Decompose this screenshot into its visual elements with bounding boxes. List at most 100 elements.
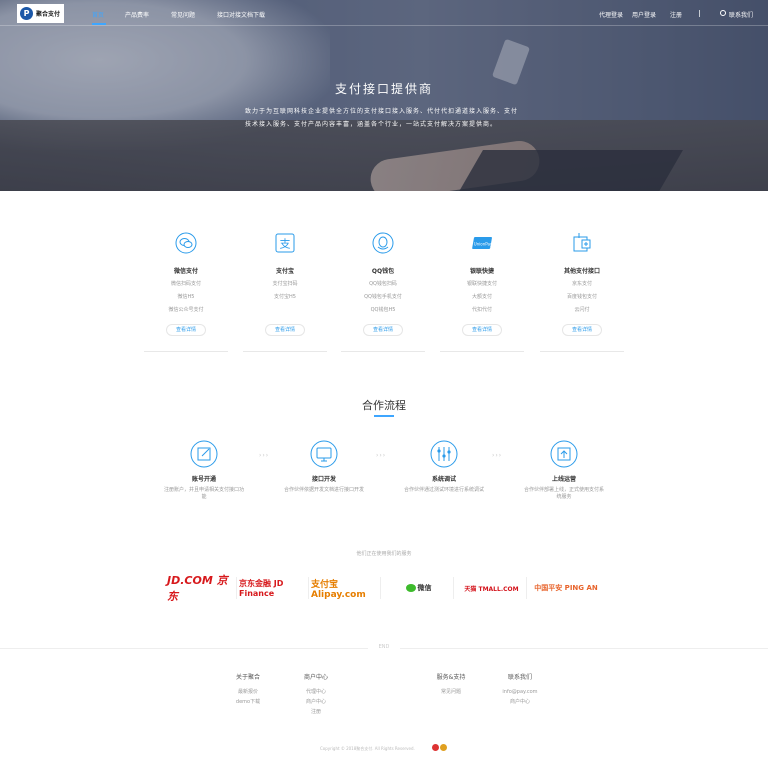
view-details-button-alipay[interactable]: 查看详情 bbox=[265, 324, 305, 336]
end-label: END bbox=[378, 644, 390, 650]
footer-link[interactable]: 商户中心 bbox=[286, 697, 346, 707]
wechat-icon bbox=[175, 232, 197, 254]
partner-logo-alipay: 支付宝 Alipay.com bbox=[311, 577, 381, 600]
footer-column-merchant: 商户中心 代理中心 商户中心 注册 bbox=[286, 672, 346, 717]
page: P 聚合支付 首页 产品费率 常见问题 接口对接文档下载 代理登录 用户登录 注… bbox=[0, 0, 768, 757]
service-feature: QQ钱包手机支付 bbox=[364, 294, 402, 300]
step-description: 注册账户，并且申请相关支付接口功能 bbox=[164, 487, 245, 500]
card-divider bbox=[440, 351, 524, 352]
service-feature: 云闪付 bbox=[574, 307, 590, 313]
wechat-logo-icon bbox=[405, 584, 416, 592]
view-details-button-qq[interactable]: 查看详情 bbox=[363, 324, 403, 336]
service-feature: 支付宝扫码 bbox=[272, 281, 298, 287]
view-details-button-unionpay[interactable]: 查看详情 bbox=[462, 324, 502, 336]
step-label: 接口开发 bbox=[311, 476, 336, 483]
service-feature: 京东支付 bbox=[571, 281, 592, 287]
service-card-alipay: 支 支付宝 支付宝扫码 支付宝H5 查看详情 bbox=[243, 232, 327, 354]
partners-caption: 他们正在使用我们的服务 bbox=[356, 551, 412, 557]
other-payment-icon bbox=[573, 233, 591, 252]
step-arrow: ››› bbox=[492, 452, 503, 459]
partner-logo-pingan: 中国平安 PING AN bbox=[534, 583, 598, 592]
card-divider bbox=[341, 351, 425, 352]
logo-text: 聚合支付 bbox=[36, 11, 61, 18]
service-feature: 百度钱包支付 bbox=[566, 294, 597, 300]
register-link[interactable]: 注册 bbox=[670, 10, 682, 19]
svg-text:支: 支 bbox=[280, 238, 291, 251]
service-name: 支付宝 bbox=[275, 268, 294, 275]
service-card-wechat: 微信支付 微信扫码支付 微信H5 微信公众号支付 查看详情 bbox=[144, 232, 228, 354]
alipay-icon: 支 bbox=[275, 233, 295, 253]
service-feature: 微信扫码支付 bbox=[170, 281, 201, 287]
step-label: 系统调试 bbox=[431, 476, 456, 483]
service-feature: 支付宝H5 bbox=[274, 294, 296, 300]
footer-link[interactable]: 常见问题 bbox=[421, 687, 481, 697]
service-name: 微信支付 bbox=[173, 268, 198, 275]
footer-link[interactable]: 商户中心 bbox=[490, 697, 550, 707]
service-feature: 微信公众号支付 bbox=[168, 307, 204, 313]
service-card-qq-wallet: QQ钱包 QQ钱包扫码 QQ钱包手机支付 QQ钱包H5 查看详情 bbox=[341, 232, 425, 354]
nav-active-underline bbox=[92, 23, 106, 25]
step-arrow: ››› bbox=[259, 452, 270, 459]
footer-link[interactable]: demo下载 bbox=[218, 697, 278, 707]
footer-heading: 服务&支持 bbox=[436, 674, 466, 681]
top-nav: P 聚合支付 首页 产品费率 常见问题 接口对接文档下载 代理登录 用户登录 注… bbox=[0, 0, 768, 26]
service-feature: 大额支付 bbox=[471, 294, 492, 300]
service-feature: QQ钱包H5 bbox=[370, 307, 396, 313]
service-feature: 微信H5 bbox=[177, 294, 195, 300]
card-divider bbox=[540, 351, 624, 352]
partner-logo-jd-finance: 京东金融 JD Finance bbox=[239, 577, 309, 599]
sliders-icon bbox=[430, 440, 458, 468]
footer-column-support: 服务&支持 常见问题 bbox=[421, 672, 481, 697]
service-name: 其他支付接口 bbox=[563, 268, 600, 275]
unionpay-icon: UnionPay bbox=[472, 237, 493, 249]
copyright-text: Copyright © 2018聚合支付. All Rights Reserve… bbox=[320, 746, 415, 751]
security-badge-icon bbox=[440, 744, 447, 751]
partner-logo-jd: JD.COM 京东 bbox=[167, 574, 237, 603]
footer-link[interactable]: 注册 bbox=[286, 707, 346, 717]
nav-divider bbox=[699, 10, 700, 17]
view-details-button-other[interactable]: 查看详情 bbox=[562, 324, 602, 336]
monitor-icon bbox=[310, 440, 338, 468]
footer-link[interactable]: 代理中心 bbox=[286, 687, 346, 697]
card-divider bbox=[243, 351, 327, 352]
contact-link[interactable]: 联系我们 bbox=[729, 10, 753, 19]
user-login-link[interactable]: 用户登录 bbox=[632, 10, 656, 19]
view-details-button-wechat[interactable]: 查看详情 bbox=[166, 324, 206, 336]
process-title: 合作流程 bbox=[362, 399, 406, 412]
hero-desc-line-2: 技术接入服务、支付产品内容丰富，涵盖各个行业，一站式支付解决方案提供商。 bbox=[245, 121, 498, 128]
nav-item-home[interactable]: 首页 bbox=[92, 10, 104, 19]
service-feature: QQ钱包扫码 bbox=[369, 281, 397, 287]
edit-icon bbox=[190, 440, 218, 468]
partner-logo-wechat: 微信 bbox=[384, 577, 454, 599]
footer-link[interactable]: 最新报价 bbox=[218, 687, 278, 697]
partner-name: 微信 bbox=[417, 584, 432, 592]
footer-column-contact: 联系我们 info@pay.com 商户中心 bbox=[490, 672, 550, 707]
service-feature: 代扣代付 bbox=[471, 307, 492, 313]
footer-heading: 商户中心 bbox=[303, 674, 328, 681]
police-badge-icon bbox=[432, 744, 439, 751]
contact-icon bbox=[720, 10, 726, 16]
upload-icon bbox=[550, 440, 578, 468]
service-name: QQ钱包 bbox=[371, 268, 395, 275]
partner-logo-tmall: 天猫 TMALL.COM bbox=[457, 577, 527, 599]
step-description: 合作伙伴部署上线，正式使用支付系统服务 bbox=[524, 487, 605, 500]
service-feature: 银联快捷支付 bbox=[466, 281, 497, 287]
logo-mark-icon: P bbox=[20, 7, 33, 20]
service-card-other: 其他支付接口 京东支付 百度钱包支付 云闪付 查看详情 bbox=[540, 232, 624, 354]
footer-heading: 关于聚合 bbox=[235, 674, 260, 681]
step-arrow: ››› bbox=[376, 452, 387, 459]
step-description: 合作伙伴通过测试环境进行系统调试 bbox=[404, 487, 485, 493]
process-title-underline bbox=[374, 415, 394, 417]
logo[interactable]: P 聚合支付 bbox=[17, 4, 64, 23]
footer-link[interactable]: info@pay.com bbox=[490, 687, 550, 697]
agent-login-link[interactable]: 代理登录 bbox=[599, 10, 623, 19]
nav-item-docs-download[interactable]: 接口对接文档下载 bbox=[217, 10, 265, 19]
nav-item-faq[interactable]: 常见问题 bbox=[171, 10, 195, 19]
nav-item-rates[interactable]: 产品费率 bbox=[125, 10, 149, 19]
hero-description: 致力于为互联网科技企业提供全方位的支付接口接入服务、代付代扣通道接入服务、支付 … bbox=[245, 105, 550, 131]
hero-title: 支付接口提供商 bbox=[334, 82, 433, 96]
svg-text:UnionPay: UnionPay bbox=[474, 242, 493, 247]
end-divider-right bbox=[400, 648, 768, 649]
card-divider bbox=[144, 351, 228, 352]
service-name: 银联快捷 bbox=[469, 268, 494, 275]
